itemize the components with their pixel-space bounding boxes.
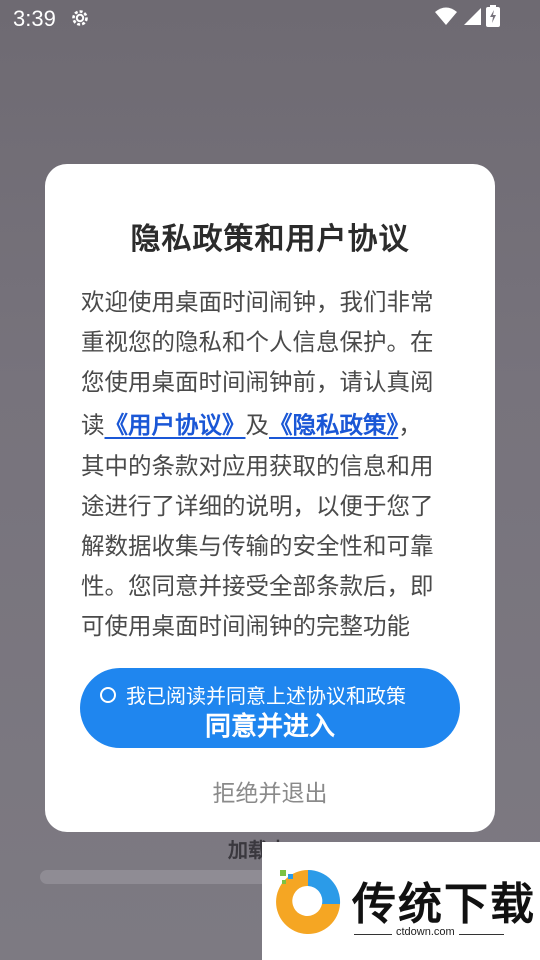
watermark-logo-icon: [276, 869, 341, 934]
body-line: 欢迎使用桌面时间闹钟，我们非常: [81, 288, 434, 316]
radio-unchecked-icon[interactable]: [100, 686, 116, 703]
body-line: 解数据收集与传输的安全性和可靠: [81, 532, 434, 560]
body-text: 读: [81, 411, 105, 439]
agree-checkbox-label: 我已阅读并同意上述协议和政策: [126, 684, 406, 708]
status-icons: [434, 4, 500, 32]
body-line: 重视您的隐私和个人信息保护。在: [81, 328, 434, 356]
status-time: 3:39: [13, 6, 56, 31]
privacy-dialog: 隐私政策和用户协议 欢迎使用桌面时间闹钟，我们非常 重视您的隐私和个人信息保护。…: [45, 164, 495, 832]
agree-and-enter-button[interactable]: 我已阅读并同意上述协议和政策 同意并进入: [80, 668, 460, 748]
dialog-title: 隐私政策和用户协议: [130, 222, 410, 257]
agree-button-label: 同意并进入: [204, 712, 335, 742]
body-line: 途进行了详细的说明，以便于您了: [81, 492, 434, 520]
body-line: 可使用桌面时间闹钟的完整功能: [81, 612, 410, 640]
agree-checkbox[interactable]: 我已阅读并同意上述协议和政策: [100, 680, 406, 709]
battery-charging-icon: [486, 4, 500, 32]
gear-icon: [70, 8, 90, 28]
body-line-links: 读《用户协议》及《隐私政策》，: [81, 402, 461, 446]
body-text: ，: [398, 411, 422, 439]
body-line: 性。您同意并接受全部条款后，即: [81, 572, 434, 600]
watermark-domain: ctdown.com: [392, 926, 459, 938]
watermark-brand: 传统下载: [352, 879, 536, 930]
body-text: 及: [245, 411, 270, 439]
dialog-body: 欢迎使用桌面时间闹钟，我们非常 重视您的隐私和个人信息保护。在 您使用桌面时间闹…: [81, 282, 461, 646]
status-bar: 3:39: [0, 0, 540, 36]
decline-and-exit-button[interactable]: 拒绝并退出: [45, 774, 495, 808]
body-line: 您使用桌面时间闹钟前，请认真阅: [81, 368, 434, 396]
wifi-icon: [434, 6, 458, 31]
user-agreement-link[interactable]: 《用户协议》: [105, 411, 246, 439]
body-line: 其中的条款对应用获取的信息和用: [81, 452, 434, 480]
cellular-signal-icon: [462, 6, 482, 31]
privacy-policy-link[interactable]: 《隐私政策》: [269, 411, 398, 439]
watermark: 传统下载 ctdown.com: [262, 842, 540, 960]
